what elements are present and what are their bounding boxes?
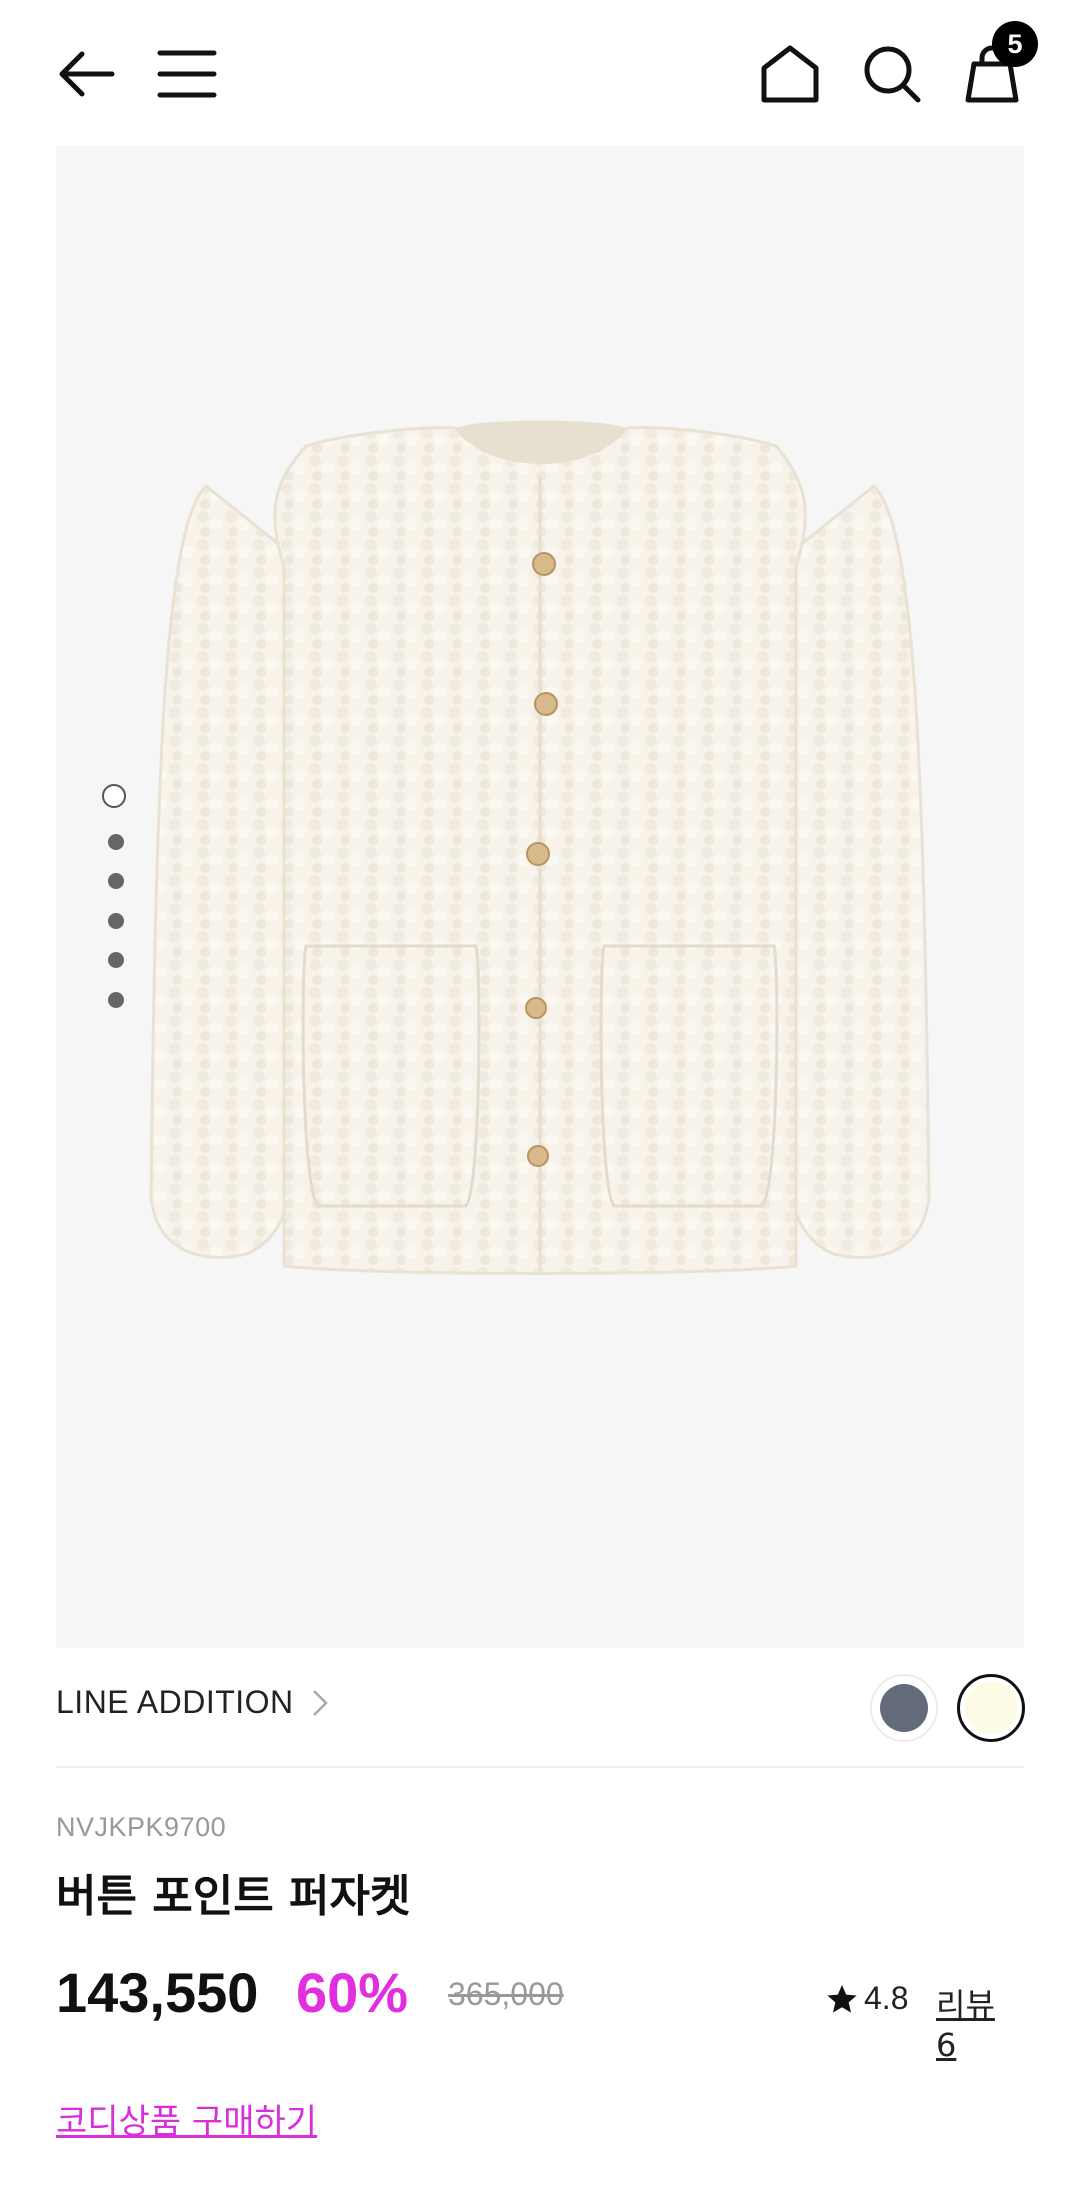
search-icon xyxy=(864,46,921,103)
star-icon xyxy=(827,1984,857,2013)
brand-link[interactable]: LINE ADDITION xyxy=(56,1684,328,1721)
top-navigation-bar: 5 xyxy=(0,0,1080,146)
rating-value: 4.8 xyxy=(864,1980,909,2016)
gallery-dot[interactable] xyxy=(108,834,124,850)
sale-price: 143,550 xyxy=(56,1961,259,2024)
gallery-dot[interactable] xyxy=(108,913,124,929)
gallery-dot[interactable] xyxy=(108,952,124,968)
home-icon xyxy=(761,45,819,103)
color-swatch-navy[interactable] xyxy=(870,1674,938,1742)
product-code: NVJKPK9700 xyxy=(56,1812,227,1842)
chevron-right-icon xyxy=(312,1689,328,1716)
product-image-gallery[interactable] xyxy=(56,146,1024,1648)
gallery-dot[interactable] xyxy=(108,873,124,889)
back-button[interactable] xyxy=(46,34,126,114)
rating: 4.8 xyxy=(826,1980,908,2017)
arrow-left-icon xyxy=(59,51,115,97)
color-swatch-ivory[interactable] xyxy=(957,1674,1025,1742)
product-name: 버튼 포인트 퍼자켓 xyxy=(56,1871,411,1922)
menu-button[interactable] xyxy=(147,34,227,114)
cart-count-badge: 5 xyxy=(992,21,1038,67)
coordi-purchase-link[interactable]: 코디상품 구매하기 xyxy=(56,2094,317,2143)
review-link[interactable]: 리뷰 6 xyxy=(936,1980,1024,2064)
discount-rate: 60% xyxy=(296,1961,409,2024)
search-button[interactable] xyxy=(852,34,932,114)
price-row: 143,550 60% 365,000 4.8 리뷰 6 xyxy=(56,1960,1024,2064)
gallery-dot[interactable] xyxy=(108,992,124,1008)
gallery-dot-active[interactable] xyxy=(102,784,126,808)
brand-name: LINE ADDITION xyxy=(56,1684,294,1720)
brand-row: LINE ADDITION xyxy=(56,1648,1025,1768)
product-photo xyxy=(149,420,931,1275)
home-button[interactable] xyxy=(750,34,830,114)
original-price: 365,000 xyxy=(448,1976,564,2012)
hamburger-menu-icon xyxy=(157,50,217,98)
